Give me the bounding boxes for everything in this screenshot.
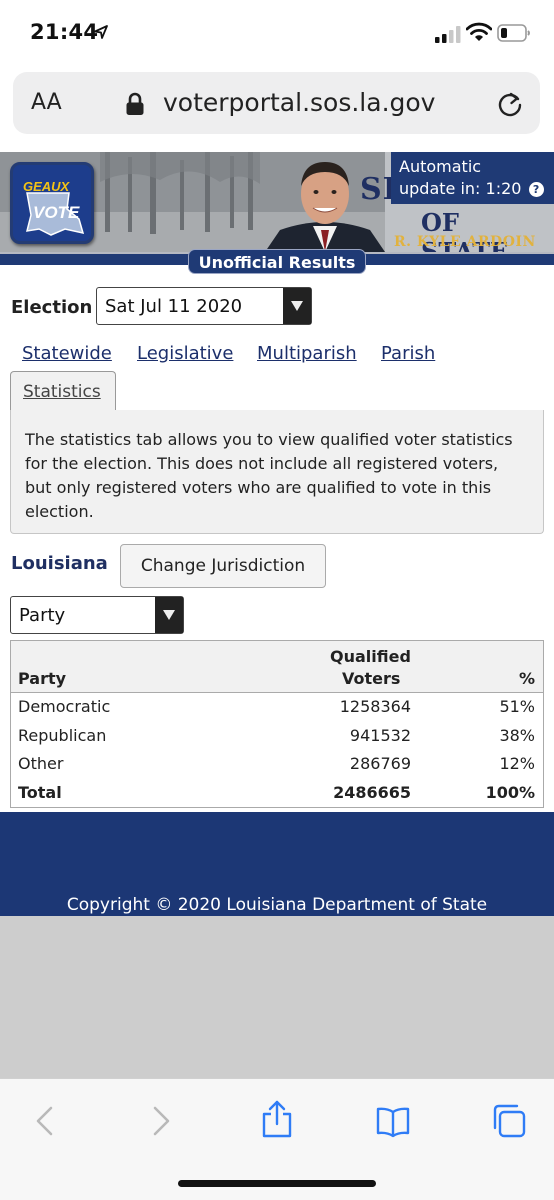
- back-arrow-icon[interactable]: [28, 1103, 64, 1139]
- cell-party: Other: [18, 754, 64, 773]
- address-bar[interactable]: AA voterportal.sos.la.gov: [13, 72, 540, 134]
- tab-statistics-label: Statistics: [23, 382, 101, 402]
- header-voters: Voters: [342, 669, 401, 688]
- table-row: Democratic 1258364 51%: [11, 693, 543, 722]
- chevron-down-icon: [283, 288, 311, 324]
- status-bar: 21:44: [0, 0, 554, 68]
- share-icon[interactable]: [259, 1099, 295, 1139]
- page-overscroll-area: [0, 916, 554, 1078]
- nav-link-parish[interactable]: Parish: [381, 343, 435, 364]
- nav-link-statewide[interactable]: Statewide: [22, 343, 112, 364]
- cell-voters: 1258364: [339, 697, 411, 716]
- qualified-voters-table: Party Qualified Voters % Democratic 1258…: [10, 640, 544, 808]
- logo-bottom-text: VOTE: [33, 203, 80, 222]
- lock-icon: [126, 92, 144, 115]
- update-countdown: update in: 1:20 ?: [399, 178, 546, 200]
- logo-top-text: GEAUX: [23, 179, 70, 194]
- party-filter-select[interactable]: Party: [10, 596, 184, 634]
- statistics-info-panel: The statistics tab allows you to view qu…: [10, 410, 544, 534]
- header-party: Party: [18, 669, 67, 688]
- cell-percent: 38%: [499, 725, 535, 745]
- election-select[interactable]: Sat Jul 11 2020: [96, 287, 312, 325]
- nav-link-multiparish[interactable]: Multiparish: [257, 343, 357, 364]
- location-arrow-icon: [94, 25, 108, 39]
- cell-percent: 51%: [499, 697, 535, 716]
- help-icon[interactable]: ?: [528, 182, 544, 197]
- table-header: Party Qualified Voters %: [11, 641, 543, 693]
- header-percent: %: [518, 669, 535, 688]
- forward-arrow-icon[interactable]: [142, 1103, 178, 1139]
- nav-link-legislative[interactable]: Legislative: [137, 343, 233, 364]
- cell-voters: 2486665: [333, 782, 411, 802]
- geaux-vote-logo[interactable]: GEAUX VOTE: [10, 162, 94, 244]
- cell-percent: 100%: [485, 782, 535, 802]
- secretary-name: R. KYLE ARDOIN: [394, 234, 536, 250]
- status-time: 21:44: [30, 20, 99, 44]
- auto-update-box: Automatic update in: 1:20 ?: [391, 152, 554, 204]
- table-row: Other 286769 12%: [11, 750, 543, 779]
- election-label: Election: [11, 297, 93, 318]
- reader-text-size-button[interactable]: AA: [31, 90, 62, 115]
- jurisdiction-label: Louisiana: [11, 553, 108, 574]
- update-label: Automatic: [399, 157, 482, 176]
- copyright-text: Copyright © 2020 Louisiana Department of…: [66, 895, 488, 915]
- cell-percent: 12%: [499, 754, 535, 773]
- wifi-icon: [466, 22, 492, 41]
- cell-party: Total: [18, 782, 62, 802]
- url-text[interactable]: voterportal.sos.la.gov: [163, 88, 435, 117]
- cell-party: Democratic: [18, 697, 111, 716]
- party-filter-value: Party: [19, 605, 66, 626]
- bookmarks-book-icon[interactable]: [375, 1103, 411, 1139]
- home-indicator: [178, 1180, 376, 1187]
- change-jurisdiction-button[interactable]: Change Jurisdiction: [120, 544, 326, 588]
- battery-icon: [497, 24, 530, 42]
- election-select-value: Sat Jul 11 2020: [105, 296, 243, 317]
- table-row: Republican 941532 38%: [11, 722, 543, 751]
- table-row-total: Total 2486665 100%: [11, 779, 543, 808]
- cell-party: Republican: [18, 725, 107, 745]
- cell-voters: 941532: [349, 725, 411, 745]
- chevron-down-icon: [155, 597, 183, 633]
- reload-icon[interactable]: [496, 90, 524, 118]
- site-footer: Copyright © 2020 Louisiana Department of…: [0, 812, 554, 916]
- tab-statistics[interactable]: Statistics: [10, 371, 116, 411]
- tabs-icon[interactable]: [491, 1103, 527, 1139]
- unofficial-results-tab[interactable]: Unofficial Results: [188, 249, 366, 274]
- cell-voters: 286769: [349, 754, 411, 773]
- header-qualified: Qualified: [330, 647, 411, 666]
- cellular-signal-icon: [435, 26, 461, 43]
- update-countdown-text: update in: 1:20: [399, 179, 522, 198]
